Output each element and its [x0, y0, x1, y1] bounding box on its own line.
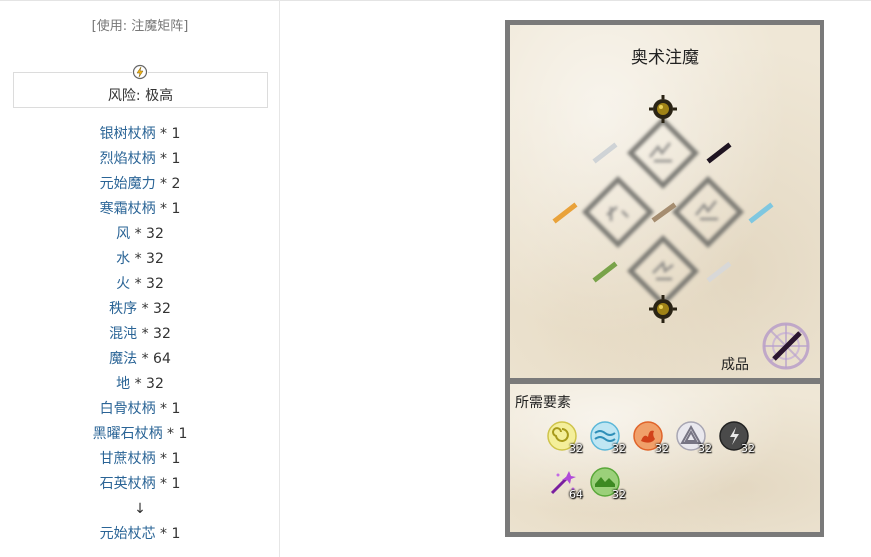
- list-item: 银树杖柄 * 1: [0, 122, 280, 147]
- list-item: 甘蔗杖柄 * 1: [0, 447, 280, 472]
- silverwood-rod-icon[interactable]: [592, 142, 618, 164]
- ingredient-qty: * 32: [130, 251, 164, 267]
- ingredient-link[interactable]: 魔法: [109, 351, 137, 367]
- reed-rod-icon[interactable]: [592, 261, 618, 283]
- list-item: 寒霜杖柄 * 1: [0, 197, 280, 222]
- water-aspect-icon[interactable]: 32: [590, 421, 626, 455]
- fire-aspect-icon[interactable]: 32: [633, 421, 669, 455]
- ingredient-qty: * 1: [155, 151, 181, 167]
- list-item: 秩序 * 32: [0, 297, 280, 322]
- ingredient-link[interactable]: 黑曜石杖柄: [93, 426, 163, 442]
- aspect-count: 64: [569, 488, 583, 501]
- ingredient-link[interactable]: 白骨杖柄: [100, 401, 156, 417]
- ingredient-link[interactable]: 烈焰杖柄: [100, 151, 156, 167]
- result-item: 元始杖芯 * 1: [0, 522, 280, 547]
- ingredient-qty: * 2: [155, 176, 181, 192]
- aspect-count: 32: [569, 442, 583, 455]
- ingredient-qty: * 32: [130, 226, 164, 242]
- list-item: 风 * 32: [0, 222, 280, 247]
- recipe-sidebar: [使用: 注魔矩阵] 风险: 极高 银树杖柄 * 1 烈焰杖柄 * 1 元始魔力…: [0, 0, 280, 557]
- ingredient-link[interactable]: 元始魔力: [100, 176, 156, 192]
- pedestal-orb-bottom: [649, 295, 677, 323]
- ingredient-link[interactable]: 火: [116, 276, 130, 292]
- order-aspect-icon[interactable]: 32: [676, 421, 712, 455]
- usage-label: [使用: 注魔矩阵]: [91, 19, 189, 34]
- ingredient-qty: * 32: [137, 326, 171, 342]
- aspect-count: 32: [612, 442, 626, 455]
- list-item: 黑曜石杖柄 * 1: [0, 422, 280, 447]
- list-item: 魔法 * 64: [0, 347, 280, 372]
- ingredient-qty: * 1: [155, 476, 181, 492]
- ingredient-qty: * 1: [155, 451, 181, 467]
- lightning-icon: [132, 64, 148, 80]
- ingredient-link[interactable]: 混沌: [109, 326, 137, 342]
- list-item: 火 * 32: [0, 272, 280, 297]
- list-item: 混沌 * 32: [0, 322, 280, 347]
- ingredient-link[interactable]: 水: [116, 251, 130, 267]
- blaze-rod-icon[interactable]: [552, 202, 578, 224]
- ingredient-link[interactable]: 秩序: [109, 301, 137, 317]
- ingredient-link[interactable]: 风: [116, 226, 130, 242]
- earth-aspect-icon[interactable]: 32: [590, 467, 626, 501]
- center-rod-icon[interactable]: [651, 202, 677, 223]
- aspects-title: 所需要素: [515, 395, 571, 411]
- aspect-count: 32: [741, 442, 755, 455]
- ingredient-qty: * 32: [130, 376, 164, 392]
- list-item: 烈焰杖柄 * 1: [0, 147, 280, 172]
- result-qty: * 1: [155, 526, 181, 542]
- ingredient-qty: * 1: [155, 401, 181, 417]
- infusion-panel: 奥术注魔 成品: [510, 25, 820, 378]
- aspect-count: 32: [698, 442, 712, 455]
- result-arrow: ↓: [134, 501, 146, 517]
- result-link[interactable]: 元始杖芯: [100, 526, 156, 542]
- obsidian-rod-icon[interactable]: [706, 142, 732, 164]
- ingredient-qty: * 64: [137, 351, 171, 367]
- pedestal-orb-top: [649, 95, 677, 123]
- list-item: 地 * 32: [0, 372, 280, 397]
- ingredient-link[interactable]: 寒霜杖柄: [100, 201, 156, 217]
- ingredient-link[interactable]: 甘蔗杖柄: [100, 451, 156, 467]
- aspects-panel: 所需要素 32 32 32 32 32 64 32: [510, 384, 820, 532]
- list-item: 元始魔力 * 2: [0, 172, 280, 197]
- aspect-count: 32: [655, 442, 669, 455]
- infusion-altar-diagram: [552, 95, 810, 370]
- air-aspect-icon[interactable]: 32: [547, 421, 583, 455]
- entropy-aspect-icon[interactable]: 32: [719, 421, 755, 455]
- product-label: 成品: [721, 357, 749, 373]
- ingredient-qty: * 1: [155, 126, 181, 142]
- risk-label: 风险: 极高: [107, 88, 174, 104]
- ice-rod-icon[interactable]: [748, 202, 774, 224]
- ingredient-qty: * 1: [155, 201, 181, 217]
- ingredient-qty: * 32: [137, 301, 171, 317]
- ingredient-qty: * 1: [162, 426, 188, 442]
- magic-aspect-icon[interactable]: 64: [547, 467, 583, 501]
- ingredient-list: 银树杖柄 * 1 烈焰杖柄 * 1 元始魔力 * 2 寒霜杖柄 * 1 风 * …: [0, 122, 280, 547]
- quartz-rod-icon[interactable]: [706, 261, 732, 283]
- list-item: 白骨杖柄 * 1: [0, 397, 280, 422]
- primal-wand-core-icon[interactable]: [762, 322, 810, 370]
- aspect-count: 32: [612, 488, 626, 501]
- list-item: 石英杖柄 * 1: [0, 472, 280, 497]
- ingredient-link[interactable]: 地: [116, 376, 130, 392]
- ingredient-qty: * 32: [130, 276, 164, 292]
- ingredient-link[interactable]: 石英杖柄: [100, 476, 156, 492]
- ingredient-link[interactable]: 银树杖柄: [100, 126, 156, 142]
- list-item: 水 * 32: [0, 247, 280, 272]
